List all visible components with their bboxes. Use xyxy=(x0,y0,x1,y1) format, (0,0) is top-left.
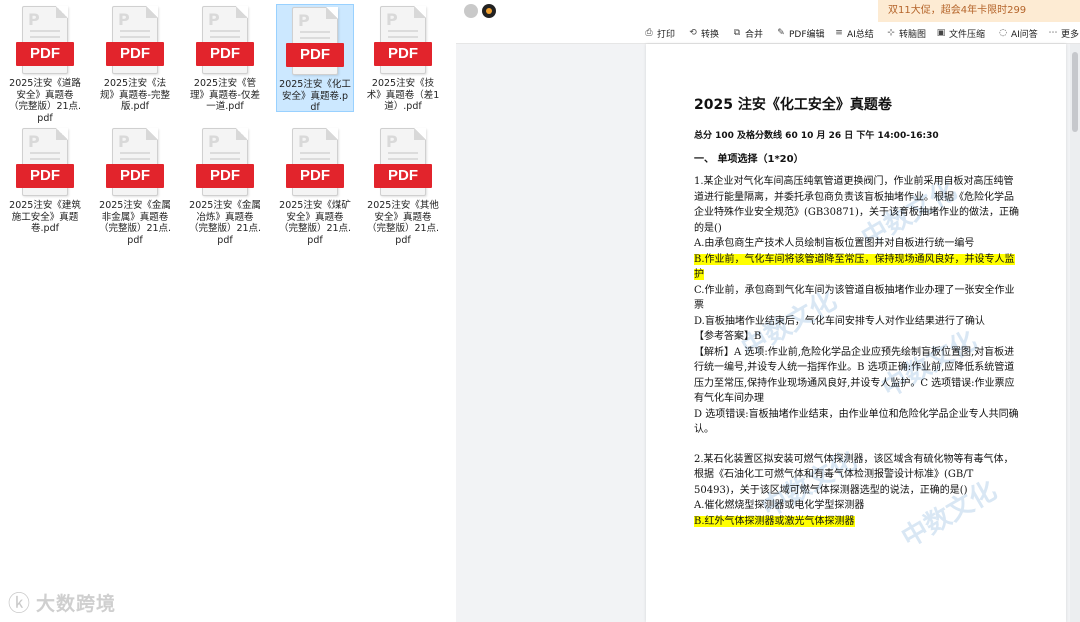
file-name: 2025注安《金属非金属》真题卷（完整版）21点.pdf xyxy=(98,200,172,246)
file-name: 2025注安《煤矿安全》真题卷（完整版）21点.pdf xyxy=(278,200,352,246)
document-title: 2025 注安《化工安全》真题卷 xyxy=(694,97,892,113)
edit-icon: ✎ xyxy=(777,28,785,38)
compress-button[interactable]: ▣ 文件压缩 xyxy=(936,26,985,40)
pdf-file-icon: P PDF xyxy=(286,7,344,77)
section-heading: 一、 单项选择（1*20） xyxy=(694,154,804,165)
pdf-file-icon: P PDF xyxy=(16,6,74,76)
file-name: 2025注安《管理》真题卷-仅差一道.pdf xyxy=(190,78,260,112)
pdf-file-icon: P PDF xyxy=(196,6,254,76)
file-item[interactable]: P PDF 2025注安《管理》真题卷-仅差一道.pdf xyxy=(186,4,264,113)
file-name: 2025注安《法规》真题卷-完整版.pdf xyxy=(100,78,170,112)
merge-icon: ⧉ xyxy=(733,28,741,38)
pdf-file-icon: P PDF xyxy=(374,6,432,76)
question-stem: 1.某企业对气化车间高压纯氧管道更换阀门，作业前采用自板对高压纯管道进行能量隔离… xyxy=(694,176,1019,234)
pdf-file-icon: P PDF xyxy=(196,128,254,198)
screen: P PDF 2025注安《道路安全》真题卷（完整版）21点.pdf P PDF 20… xyxy=(0,0,1080,622)
print-button[interactable]: ⎙ 打印 xyxy=(644,26,675,40)
pdf-file-icon: P PDF xyxy=(286,128,344,198)
file-item[interactable]: P PDF 2025注安《法规》真题卷-完整版.pdf xyxy=(96,4,174,113)
convert-icon: ⟲ xyxy=(689,28,697,38)
logo-text: 大数跨境 xyxy=(36,592,117,615)
file-explorer: P PDF 2025注安《道路安全》真题卷（完整版）21点.pdf P PDF 20… xyxy=(0,0,456,622)
option-b-highlighted: B.红外气体探测器或激光气体探测器 xyxy=(694,515,855,527)
pdf-edit-button[interactable]: ✎ PDF编辑 xyxy=(776,26,824,40)
file-name: 2025注安《其他安全》真题卷（完整版）21点.pdf xyxy=(366,200,440,246)
watermark-logo: ⓚ 大数跨境 xyxy=(8,588,117,617)
file-item[interactable]: P PDF 2025注安《金属冶炼》真题卷（完整版）21点.pdf xyxy=(186,126,264,246)
pdf-file-icon: P PDF xyxy=(374,128,432,198)
ai-summary-icon: ≡ xyxy=(835,28,843,38)
file-name: 2025注安《建筑施工安全》真题卷.pdf xyxy=(9,200,81,234)
scrollbar-thumb[interactable] xyxy=(1072,52,1078,132)
file-item[interactable]: P PDF 2025注安《道路安全》真题卷（完整版）21点.pdf xyxy=(6,4,84,124)
file-name: 2025注安《化工安全》真题卷.pdf xyxy=(279,79,351,113)
reference-answer: 【参考答案】B xyxy=(694,331,762,342)
vertical-scrollbar[interactable] xyxy=(1070,44,1080,622)
compress-icon: ▣ xyxy=(936,28,946,38)
more-icon: ⋯ xyxy=(1048,28,1058,38)
promo-banner[interactable]: 双11大促，超会4年卡限时299 xyxy=(878,0,1080,22)
viewer-titlebar: 双11大促，超会4年卡限时299 xyxy=(456,0,1080,22)
option-d: D.盲板抽堵作业结束后，气化车间安排专人对作业结果进行了确认 xyxy=(694,315,985,327)
file-item[interactable]: P PDF 2025注安《煤矿安全》真题卷（完整版）21点.pdf xyxy=(276,126,354,246)
exam-meta: 总分 100 及格分数线 60 10 月 26 日 下午 14:00-16:30 xyxy=(694,131,939,141)
ai-summary-button[interactable]: ≡ AI总结 xyxy=(834,26,874,40)
mindmap-icon: ⊹ xyxy=(887,28,895,38)
printer-icon: ⎙ xyxy=(645,28,653,38)
ai-qa-icon: ◌ xyxy=(999,28,1007,38)
pdf-file-icon: P PDF xyxy=(106,6,164,76)
file-name: 2025注安《金属冶炼》真题卷（完整版）21点.pdf xyxy=(188,200,262,246)
option-c: C.作业前，承包商到气化车间为该管道自板抽堵作业办理了一张安全作业票 xyxy=(694,284,1015,312)
file-item[interactable]: P PDF 2025注安《金属非金属》真题卷（完整版）21点.pdf xyxy=(96,126,174,246)
option-a: A.由承包商生产技术人员绘制盲板位置图并对自板进行统一编号 xyxy=(694,238,975,249)
pdf-viewer: 双11大促，超会4年卡限时299 ⎙ 打印 ⟲ 转换 ⧉ 合并 ✎ PDF编辑 ≡ AI总… xyxy=(456,0,1080,622)
question-stem: 2.某石化装置区拟安装可燃气体探测器，该区域含有硫化物等有毒气体，根据《石油化工… xyxy=(694,453,1014,496)
analysis: 【解析】A 选项:作业前,危险化学品企业应预先绘制盲板位置图,对盲板进行统一编号… xyxy=(694,346,1015,405)
file-item[interactable]: P PDF 2025注安《其他安全》真题卷（完整版）21点.pdf xyxy=(364,126,442,246)
viewer-toolbar: ⎙ 打印 ⟲ 转换 ⧉ 合并 ✎ PDF编辑 ≡ AI总结 ⊹ 转脑图 ▣ 文件压缩 ◌ AI问… xyxy=(456,22,1080,44)
merge-button[interactable]: ⧉ 合并 xyxy=(732,26,763,40)
file-item-selected[interactable]: P PDF 2025注安《化工安全》真题卷.pdf xyxy=(276,4,354,113)
file-item[interactable]: P PDF 2025注安《技术》真题卷（差1道）.pdf xyxy=(364,4,442,113)
file-name: 2025注安《技术》真题卷（差1道）.pdf xyxy=(366,78,440,112)
option-b-highlighted: B.作业前，气化车间将该管道降至常压，保持现场通风良好，并设专人监护 xyxy=(694,253,1015,280)
more-button[interactable]: ⋯ 更多 xyxy=(1048,26,1080,40)
app-logo-icon xyxy=(464,4,478,18)
file-item[interactable]: P PDF 2025注安《建筑施工安全》真题卷.pdf xyxy=(6,126,84,235)
mindmap-button[interactable]: ⊹ 转脑图 xyxy=(886,26,926,40)
ai-qa-button[interactable]: ◌ AI问答 xyxy=(998,26,1038,40)
analysis-continued: D 选项错误:盲板抽堵作业结束，由作业单位和危险化学品企业专人共同确认。 xyxy=(694,408,1019,436)
convert-button[interactable]: ⟲ 转换 xyxy=(688,26,719,40)
option-a: A.催化燃烧型探测器或电化学型探测器 xyxy=(694,500,865,511)
record-icon[interactable] xyxy=(482,4,496,18)
pdf-file-icon: P PDF xyxy=(16,128,74,198)
file-name: 2025注安《道路安全》真题卷（完整版）21点.pdf xyxy=(8,78,82,124)
pdf-file-icon: P PDF xyxy=(106,128,164,198)
logo-mark-icon: ⓚ xyxy=(8,592,31,617)
document-content: 2025 注安《化工安全》真题卷 总分 100 及格分数线 60 10 月 26… xyxy=(694,94,1020,529)
pdf-page: 中数文化 中数文化 中数文化 中数文化 中数文化 2025 注安《化工安全》真题… xyxy=(646,44,1066,622)
